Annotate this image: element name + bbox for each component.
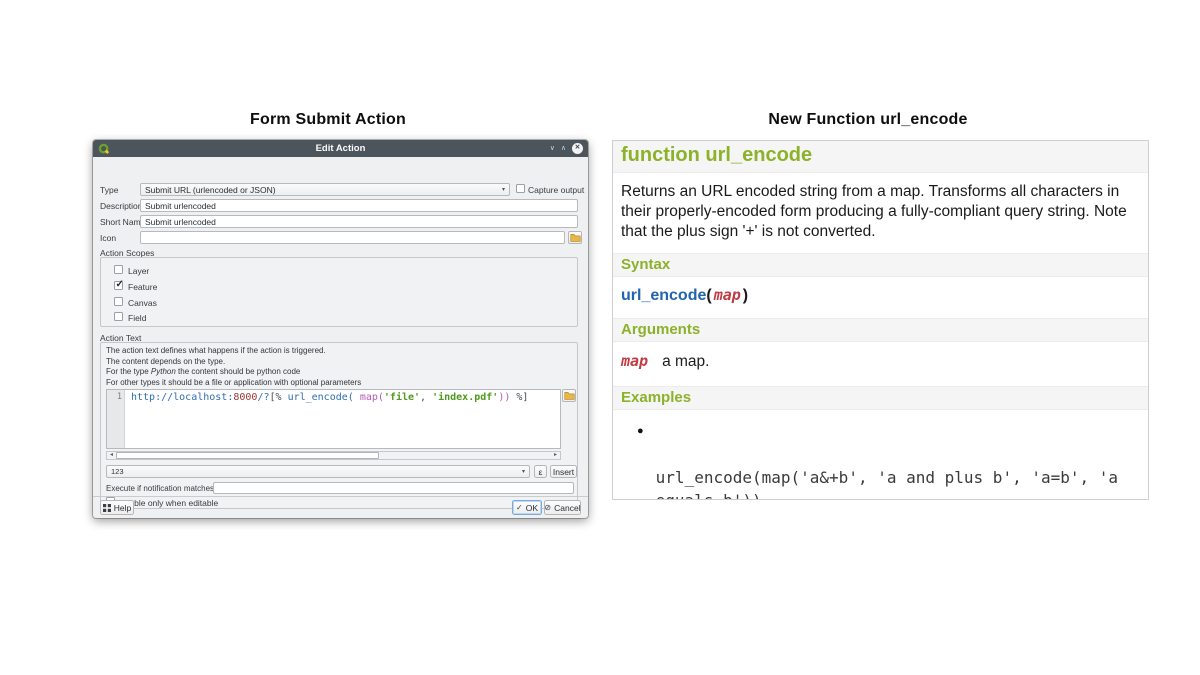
type-dropdown[interactable]: Submit URL (urlencoded or JSON) ▾ (140, 183, 510, 196)
execute-if-input[interactable] (213, 482, 574, 494)
icon-browse-button[interactable] (568, 231, 582, 244)
ok-button[interactable]: ✓ OK (512, 500, 542, 515)
dialog-body: Type Submit URL (urlencoded or JSON) ▾ ✓… (93, 157, 588, 518)
scope-feature-label: Feature (128, 282, 157, 292)
execute-if-label: Execute if notification matches (106, 484, 214, 493)
epsilon-icon: ε (539, 467, 543, 477)
scroll-left-icon[interactable]: ◂ (107, 451, 116, 460)
line-number: 1 (117, 392, 122, 402)
function-header: function url_encode (613, 141, 1148, 173)
type-dropdown-value: Submit URL (urlencoded or JSON) (145, 185, 276, 195)
syntax-header: Syntax (613, 253, 1148, 277)
action-code-editor[interactable]: 1 http://localhost:8000/?[% url_encode( … (106, 389, 561, 449)
left-panel-title: Form Submit Action (93, 111, 563, 129)
check-icon: ✓ (516, 504, 523, 512)
editor-gutter: 1 (107, 390, 125, 448)
argument-name: map (621, 352, 648, 370)
help-grid-icon (103, 504, 111, 512)
scrollbar-thumb[interactable] (116, 452, 379, 459)
icon-label: Icon (100, 233, 116, 243)
example-code: url_encode(map('a&+b', 'a and plus b', '… (656, 420, 1134, 500)
close-button[interactable]: ✕ (572, 143, 583, 154)
cancel-button[interactable]: ⊘ Cancel (544, 500, 581, 515)
minimize-icon[interactable]: ∨ (550, 145, 555, 152)
action-scopes-group: ✓ Layer ✓ Feature ✓ Canvas ✓ Field (100, 257, 578, 327)
help-button[interactable]: Help (100, 500, 134, 515)
editor-horizontal-scrollbar[interactable]: ◂ ▸ (106, 451, 561, 460)
icon-input[interactable] (140, 231, 565, 244)
capture-output-checkbox[interactable]: ✓ (516, 184, 525, 193)
dialog-titlebar[interactable]: Edit Action ∨ ∧ ✕ (93, 140, 588, 157)
scope-feature-checkbox[interactable]: ✓ (114, 281, 123, 290)
description-label: Description (100, 201, 143, 211)
expression-epsilon-button[interactable]: ε (534, 465, 547, 478)
action-text-hints: The action text defines what happens if … (106, 346, 361, 388)
function-help-panel: function url_encode Returns an URL encod… (612, 140, 1149, 500)
action-text-group: The action text defines what happens if … (100, 342, 578, 509)
scope-canvas-label: Canvas (128, 298, 157, 308)
insert-button[interactable]: Insert (550, 465, 577, 478)
type-label: Type (100, 185, 118, 195)
bullet-icon: ● (637, 425, 644, 500)
function-description: Returns an URL encoded string from a map… (613, 173, 1148, 248)
arguments-header: Arguments (613, 318, 1148, 342)
syntax-function-name: url_encode (621, 287, 706, 304)
code-line: http://localhost:8000/?[% url_encode( ma… (131, 392, 528, 403)
hint-line: The action text defines what happens if … (106, 346, 361, 357)
scroll-right-icon[interactable]: ▸ (551, 451, 560, 460)
folder-icon (570, 233, 581, 242)
cancel-icon: ⊘ (544, 504, 551, 512)
scope-layer-checkbox[interactable]: ✓ (114, 265, 123, 274)
argument-row: map a map. (613, 342, 1148, 381)
dialog-title: Edit Action (138, 143, 543, 154)
chevron-down-icon: ▾ (522, 468, 525, 475)
description-input[interactable]: Submit urlencoded (140, 199, 578, 212)
right-panel-title: New Function url_encode (612, 111, 1124, 129)
example-item: ● url_encode(map('a&+b', 'a and plus b',… (613, 410, 1148, 500)
qgis-logo-icon (98, 143, 110, 155)
slide-canvas: Form Submit Action New Function url_enco… (0, 0, 1200, 675)
hint-line: The content depends on the type. (106, 357, 361, 368)
capture-output-label: Capture output (528, 185, 584, 195)
close-icon: ✕ (575, 145, 580, 152)
maximize-icon[interactable]: ∧ (561, 145, 566, 152)
chevron-down-icon: ▾ (502, 186, 505, 193)
dialog-footer: Help ✓ OK ⊘ Cancel (93, 496, 588, 518)
short-name-label: Short Name (100, 217, 145, 227)
code-file-browse-button[interactable] (562, 389, 576, 402)
scope-canvas-checkbox[interactable]: ✓ (114, 297, 123, 306)
argument-description: a map. (662, 353, 709, 371)
example-expression: url_encode(map('a&+b', 'a and plus b', '… (656, 466, 1134, 500)
scope-field-label: Field (128, 313, 146, 323)
scope-layer-label: Layer (128, 266, 149, 276)
hint-line: For the type Python the content should b… (106, 367, 361, 378)
examples-header: Examples (613, 386, 1148, 410)
syntax-line: url_encode(map) (613, 277, 1148, 313)
scope-field-checkbox[interactable]: ✓ (114, 312, 123, 321)
edit-action-dialog: Edit Action ∨ ∧ ✕ Type Submit URL (urlen… (93, 140, 588, 518)
hint-line: For other types it should be a file or a… (106, 378, 361, 389)
folder-icon (564, 391, 575, 400)
variable-combo[interactable]: 123 ▾ (106, 465, 530, 478)
syntax-argument: map (714, 286, 741, 304)
short-name-input[interactable]: Submit urlencoded (140, 215, 578, 228)
